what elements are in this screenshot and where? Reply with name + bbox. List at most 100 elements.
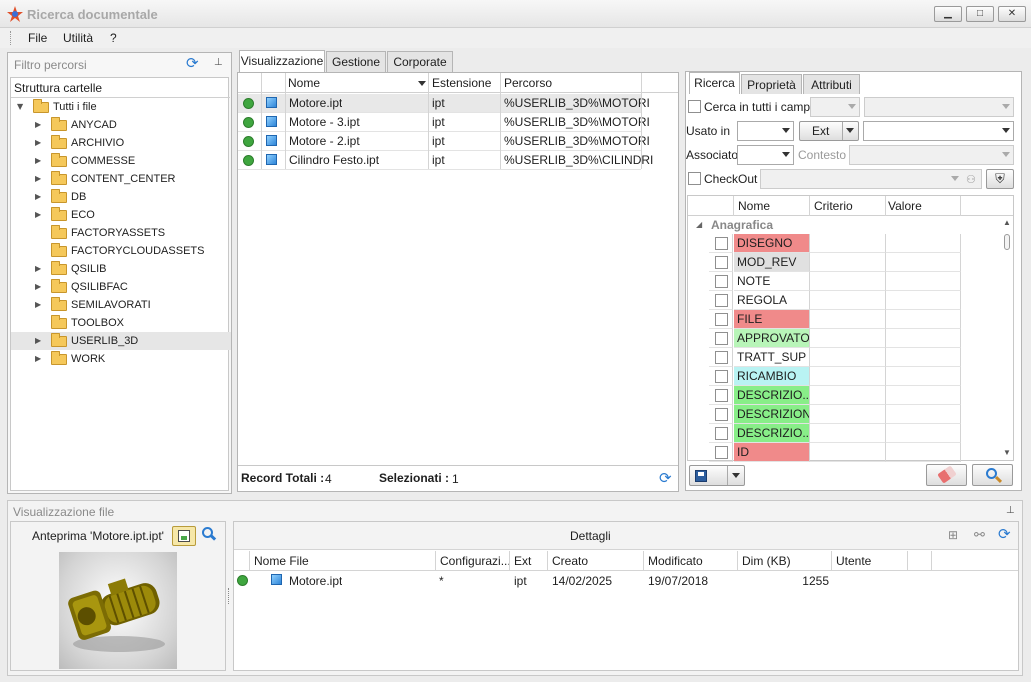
- property-checkbox[interactable]: [715, 446, 728, 459]
- col-percorso[interactable]: Percorso: [504, 73, 552, 93]
- expand-icon[interactable]: ▶: [35, 260, 41, 278]
- checkout-checkbox[interactable]: [688, 172, 701, 185]
- value-cell[interactable]: [885, 443, 961, 462]
- property-row[interactable]: ID: [688, 443, 1000, 462]
- tree-folder[interactable]: FACTORYASSETS: [11, 224, 231, 242]
- file-row[interactable]: Motore - 2.ipt ipt %USERLIB_3D%\MOTORI: [238, 132, 650, 151]
- tree-folder[interactable]: ▶ QSILIBFAC: [11, 278, 231, 296]
- collapse-icon[interactable]: ▶: [11, 104, 29, 110]
- pin-icon[interactable]: ⊥: [214, 57, 223, 68]
- property-checkbox[interactable]: [715, 427, 728, 440]
- value-cell[interactable]: [885, 386, 961, 405]
- expand-icon[interactable]: ▶: [35, 206, 41, 224]
- property-row[interactable]: REGOLA: [688, 291, 1000, 310]
- tree-folder[interactable]: FACTORYCLOUDASSETS: [11, 242, 231, 260]
- col-creato[interactable]: Creato: [552, 554, 588, 568]
- col-nome[interactable]: Nome: [288, 73, 320, 93]
- property-row[interactable]: NOTE: [688, 272, 1000, 291]
- value-cell[interactable]: [885, 253, 961, 272]
- col-nome-file[interactable]: Nome File: [254, 554, 309, 568]
- tree-folder[interactable]: ▶ ANYCAD: [11, 116, 231, 134]
- criterion-cell[interactable]: [809, 367, 885, 386]
- col-criterio[interactable]: Criterio: [814, 199, 853, 213]
- criterion-cell[interactable]: [809, 424, 885, 443]
- scroll-thumb[interactable]: [1004, 234, 1010, 250]
- tree-folder[interactable]: ▶ USERLIB_3D: [11, 332, 231, 350]
- property-row[interactable]: APPROVATO: [688, 329, 1000, 348]
- splitter-grip[interactable]: [228, 588, 231, 604]
- details-row[interactable]: Motore.ipt * ipt 14/02/2025 19/07/2018 1…: [234, 572, 1018, 590]
- col-prop-nome[interactable]: Nome: [738, 199, 770, 213]
- group-collapse-icon[interactable]: ◢: [696, 220, 702, 229]
- property-checkbox[interactable]: [715, 332, 728, 345]
- criterion-cell[interactable]: [809, 310, 885, 329]
- property-checkbox[interactable]: [715, 351, 728, 364]
- save-search-button[interactable]: [689, 465, 745, 486]
- tree-folder[interactable]: ▶ COMMESSE: [11, 152, 231, 170]
- file-row[interactable]: Motore - 3.ipt ipt %USERLIB_3D%\MOTORI: [238, 113, 650, 132]
- maximize-button[interactable]: □: [966, 6, 994, 22]
- property-row[interactable]: DESCRIZIONE: [688, 405, 1000, 424]
- tree-folder[interactable]: TOOLBOX: [11, 314, 231, 332]
- expand-icon[interactable]: ▶: [35, 188, 41, 206]
- clear-search-button[interactable]: [926, 464, 967, 486]
- criterion-cell[interactable]: [809, 329, 885, 348]
- search-button[interactable]: [972, 464, 1013, 486]
- tab-gestione[interactable]: Gestione: [326, 51, 386, 72]
- value-cell[interactable]: [885, 348, 961, 367]
- properties-scrollbar[interactable]: ▲ ▼: [1001, 218, 1013, 460]
- tab-ricerca[interactable]: Ricerca: [689, 72, 740, 94]
- property-row[interactable]: DISEGNO: [688, 234, 1000, 253]
- associated-combo[interactable]: [737, 145, 794, 165]
- property-checkbox[interactable]: [715, 256, 728, 269]
- criterion-cell[interactable]: [809, 253, 885, 272]
- ext-combo[interactable]: [863, 121, 1014, 141]
- value-cell[interactable]: [885, 310, 961, 329]
- criterion-cell[interactable]: [809, 405, 885, 424]
- expand-icon[interactable]: ▶: [35, 116, 41, 134]
- property-row[interactable]: FILE: [688, 310, 1000, 329]
- file-row[interactable]: Cilindro Festo.ipt ipt %USERLIB_3D%\CILIND…: [238, 151, 653, 170]
- expand-icon[interactable]: ▶: [35, 296, 41, 314]
- property-row[interactable]: DESCRIZIO...: [688, 386, 1000, 405]
- value-cell[interactable]: [885, 405, 961, 424]
- col-configurazione[interactable]: Configurazi...: [440, 554, 511, 568]
- tree-root[interactable]: ▶ Tutti i file: [11, 98, 231, 116]
- col-utente[interactable]: Utente: [836, 554, 871, 568]
- expand-icon[interactable]: ▶: [35, 332, 41, 350]
- col-dim[interactable]: Dim (KB): [742, 554, 791, 568]
- refresh-icon[interactable]: ⟳: [186, 56, 202, 72]
- criterion-cell[interactable]: [809, 291, 885, 310]
- tab-proprieta[interactable]: Proprietà: [741, 74, 802, 94]
- tree-folder[interactable]: ▶ WORK: [11, 350, 231, 368]
- menu-help[interactable]: ?: [110, 31, 117, 45]
- value-cell[interactable]: [885, 329, 961, 348]
- menu-utilita[interactable]: Utilità: [63, 31, 93, 45]
- property-row[interactable]: RICAMBIO: [688, 367, 1000, 386]
- property-checkbox[interactable]: [715, 370, 728, 383]
- value-cell[interactable]: [885, 272, 961, 291]
- criterion-cell[interactable]: [809, 348, 885, 367]
- shield-button[interactable]: ⛨: [986, 169, 1014, 189]
- search-all-checkbox[interactable]: [688, 100, 701, 113]
- menu-file[interactable]: File: [28, 31, 47, 45]
- tree-folder[interactable]: ▶ SEMILAVORATI: [11, 296, 231, 314]
- tab-visualizzazione[interactable]: Visualizzazione: [239, 50, 325, 72]
- criterion-cell[interactable]: [809, 234, 885, 253]
- property-checkbox[interactable]: [715, 294, 728, 307]
- tree-folder[interactable]: ▶ QSILIB: [11, 260, 231, 278]
- property-row[interactable]: TRATT_SUP: [688, 348, 1000, 367]
- tab-attributi[interactable]: Attributi: [803, 74, 860, 94]
- value-cell[interactable]: [885, 424, 961, 443]
- property-row[interactable]: DESCRIZIO...: [688, 424, 1000, 443]
- tree-folder[interactable]: ▶ CONTENT_CENTER: [11, 170, 231, 188]
- col-estensione[interactable]: Estensione: [432, 73, 491, 93]
- link-icon[interactable]: ⚯: [974, 527, 985, 543]
- property-checkbox[interactable]: [715, 408, 728, 421]
- property-checkbox[interactable]: [715, 313, 728, 326]
- grid-refresh-icon[interactable]: ⟳: [659, 469, 672, 487]
- file-row[interactable]: Motore.ipt ipt %USERLIB_3D%\MOTORI: [238, 94, 650, 113]
- ext-button[interactable]: Ext: [799, 121, 859, 141]
- property-checkbox[interactable]: [715, 275, 728, 288]
- criterion-cell[interactable]: [809, 386, 885, 405]
